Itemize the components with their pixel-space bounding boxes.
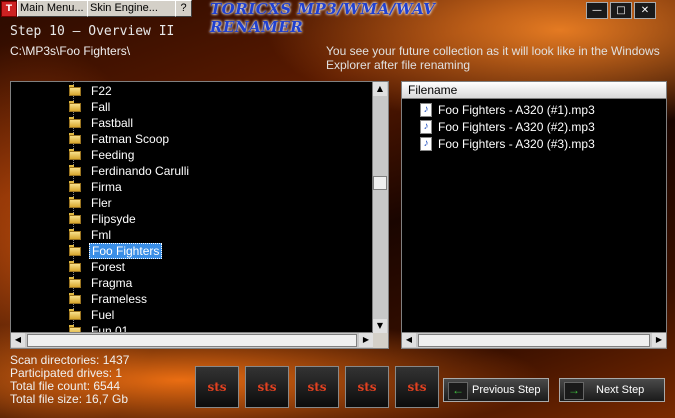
- tree-item-label: Fml: [91, 228, 111, 242]
- tree-item-label: Forest: [91, 260, 126, 274]
- close-icon[interactable]: ✕: [634, 2, 656, 19]
- folder-icon: [69, 213, 81, 224]
- folder-icon: [69, 101, 81, 112]
- tree-item-label: Flipsyde: [91, 212, 136, 226]
- sts-button[interactable]: sts: [195, 366, 239, 408]
- tree-item-label: F22: [91, 84, 112, 98]
- folder-icon: [69, 181, 81, 192]
- main-menu-button[interactable]: Main Menu...: [17, 0, 89, 17]
- folder-icon: [69, 149, 81, 160]
- scroll-corner: [373, 333, 388, 348]
- scan-stats: Scan directories: 1437 Participated driv…: [10, 354, 129, 406]
- scroll-down-icon[interactable]: ▼: [373, 319, 387, 333]
- previous-step-button[interactable]: ← Previous Step: [443, 378, 549, 402]
- folder-icon: [69, 197, 81, 208]
- tree-item-label: Feeding: [91, 148, 135, 162]
- scroll-right-icon[interactable]: ▶: [652, 333, 666, 347]
- arrow-right-icon: →: [564, 382, 584, 400]
- folder-icon: [69, 293, 81, 304]
- folder-icon: [69, 85, 81, 96]
- folder-tree[interactable]: F22 Fall Fastball Fatman Scoop Feeding F…: [10, 81, 389, 349]
- scroll-thumb[interactable]: [27, 334, 357, 347]
- tree-item-label: Firma: [91, 180, 122, 194]
- sts-button[interactable]: sts: [345, 366, 389, 408]
- files-horizontal-scrollbar[interactable]: ◀ ▶: [402, 332, 666, 348]
- tree-item-label: Fall: [91, 100, 111, 114]
- tree-item-label: Fatman Scoop: [91, 132, 170, 146]
- maximize-icon[interactable]: □: [610, 2, 632, 19]
- tree-item-label: Foo Fighters: [89, 243, 163, 259]
- filename-column-header[interactable]: Filename: [402, 82, 666, 99]
- tree-item-label: Fler: [91, 196, 112, 210]
- scroll-thumb[interactable]: [418, 334, 650, 347]
- sts-button[interactable]: sts: [295, 366, 339, 408]
- folder-icon: [69, 117, 81, 128]
- title-bar: T Main Menu... Skin Engine... ? TORICXS …: [0, 0, 675, 36]
- tree-item-label: Ferdinando Carulli: [91, 164, 190, 178]
- folder-icon: [69, 229, 81, 240]
- tree-item-label: Fragma: [91, 276, 133, 290]
- skin-engine-button[interactable]: Skin Engine...: [87, 0, 177, 17]
- file-item-label: Foo Fighters - A320 (#2).mp3: [438, 120, 595, 134]
- folder-icon: [69, 277, 81, 288]
- help-button[interactable]: ?: [175, 0, 192, 17]
- scroll-up-icon[interactable]: ▲: [373, 82, 387, 96]
- next-step-button[interactable]: → Next Step: [559, 378, 665, 402]
- file-item-label: Foo Fighters - A320 (#3).mp3: [438, 137, 595, 151]
- app-title: TORICXS MP3/WMA/WAV RENAMER: [210, 0, 436, 36]
- open-folder-icon: [69, 245, 81, 256]
- folder-icon: [69, 261, 81, 272]
- current-path: C:\MP3s\Foo Fighters\: [10, 44, 131, 58]
- scroll-right-icon[interactable]: ▶: [359, 333, 373, 347]
- music-file-icon: ♪: [420, 137, 432, 151]
- tree-item-label: Fuel: [91, 308, 115, 322]
- total-file-size: Total file size: 16,7 Gb: [10, 392, 129, 406]
- info-text: You see your future collection as it wil…: [326, 44, 660, 72]
- folder-icon: [69, 309, 81, 320]
- tree-item-label: Frameless: [91, 292, 148, 306]
- sts-button[interactable]: sts: [245, 366, 289, 408]
- arrow-left-icon: ←: [448, 382, 468, 400]
- next-step-label: Next Step: [596, 384, 645, 396]
- file-list[interactable]: Filename ♪ Foo Fighters - A320 (#1).mp3 ♪…: [401, 81, 667, 349]
- sts-button[interactable]: sts: [395, 366, 439, 408]
- folder-tree-list: F22 Fall Fastball Fatman Scoop Feeding F…: [11, 82, 373, 333]
- tree-horizontal-scrollbar[interactable]: ◀ ▶: [11, 332, 373, 348]
- scroll-left-icon[interactable]: ◀: [11, 333, 25, 347]
- minimize-icon[interactable]: —: [586, 2, 608, 19]
- music-file-icon: ♪: [420, 120, 432, 134]
- step-title: Step 10 – Overview II: [10, 24, 175, 39]
- app-window: T Main Menu... Skin Engine... ? TORICXS …: [0, 0, 675, 418]
- scroll-left-icon[interactable]: ◀: [402, 333, 416, 347]
- scroll-thumb[interactable]: [373, 176, 387, 190]
- tree-vertical-scrollbar[interactable]: ▲ ▼: [372, 82, 388, 333]
- folder-icon: [69, 165, 81, 176]
- app-icon[interactable]: T: [1, 1, 17, 17]
- folder-icon: [69, 133, 81, 144]
- music-file-icon: ♪: [420, 103, 432, 117]
- tree-item-label: Fastball: [91, 116, 134, 130]
- previous-step-label: Previous Step: [472, 384, 541, 396]
- file-item-label: Foo Fighters - A320 (#1).mp3: [438, 103, 595, 117]
